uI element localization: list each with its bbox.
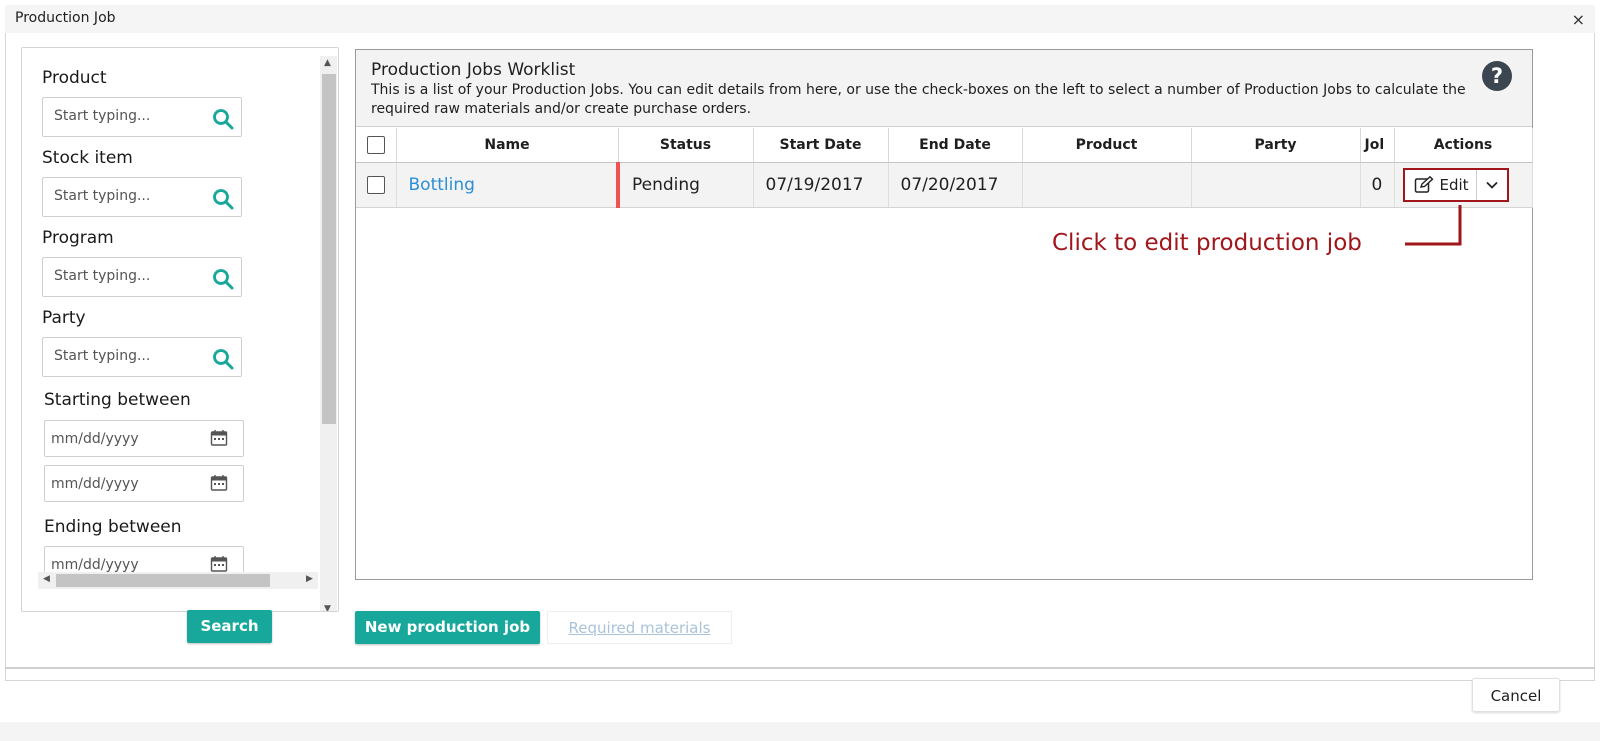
edit-button-label: Edit <box>1439 175 1469 194</box>
starting-from-date[interactable]: mm/dd/yyyy <box>44 420 244 457</box>
worklist-header: Production Jobs Worklist This is a list … <box>356 50 1532 127</box>
job-start-date: 07/19/2017 <box>753 162 889 208</box>
program-input[interactable]: Start typing... <box>42 257 242 297</box>
select-all-checkbox[interactable] <box>366 135 385 154</box>
calendar-icon[interactable] <box>210 555 228 573</box>
new-production-job-button[interactable]: New production job <box>355 611 540 644</box>
filter-horizontal-scrollbar[interactable]: ◀ ▶ <box>38 572 318 589</box>
filter-vertical-scrollbar[interactable]: ▲ ▼ <box>320 56 337 611</box>
column-header-status[interactable]: Status <box>618 128 754 163</box>
actions-dropdown-toggle[interactable] <box>1477 170 1507 200</box>
starting-from-placeholder: mm/dd/yyyy <box>51 431 139 447</box>
job-status: Pending <box>616 162 754 208</box>
table-header-row: Name Status Start Date End Date Product … <box>356 128 1533 163</box>
row-checkbox[interactable] <box>367 175 385 194</box>
worklist-panel: Production Jobs Worklist This is a list … <box>355 49 1533 580</box>
search-icon[interactable] <box>211 107 235 131</box>
close-icon[interactable]: × <box>1572 10 1585 29</box>
table-row: Bottling Pending 07/19/2017 07/20/2017 0… <box>356 162 1533 208</box>
starting-between-label: Starting between <box>44 390 191 410</box>
search-icon[interactable] <box>211 187 235 211</box>
product-label: Product <box>42 68 107 88</box>
callout-text: Click to edit production job <box>1052 230 1362 256</box>
calendar-icon[interactable] <box>210 429 228 447</box>
job-end-date: 07/20/2017 <box>888 162 1023 208</box>
program-placeholder: Start typing... <box>54 268 151 284</box>
product-input[interactable]: Start typing... <box>42 97 242 137</box>
worklist-description: This is a list of your Production Jobs. … <box>371 82 1466 117</box>
ending-between-label: Ending between <box>44 517 182 537</box>
window-title: Production Job <box>15 10 116 26</box>
party-label: Party <box>42 308 86 328</box>
column-header-end-date[interactable]: End Date <box>888 128 1023 163</box>
column-header-start-date[interactable]: Start Date <box>753 128 889 163</box>
edit-split-button: Edit <box>1402 167 1509 202</box>
horizontal-scroll-thumb[interactable] <box>56 574 270 587</box>
filter-scroll-area: Product Start typing... Stock item Start… <box>22 48 306 586</box>
program-label: Program <box>42 228 114 248</box>
scroll-down-icon[interactable]: ▼ <box>324 604 331 611</box>
search-button[interactable]: Search <box>187 610 272 643</box>
row-select-cell <box>356 162 397 208</box>
required-materials-button[interactable]: Required materials <box>547 611 732 644</box>
search-icon[interactable] <box>211 267 235 291</box>
production-jobs-table: Name Status Start Date End Date Product … <box>356 128 1533 208</box>
job-name-link[interactable]: Bottling <box>409 175 475 195</box>
starting-to-placeholder: mm/dd/yyyy <box>51 476 139 492</box>
filter-panel: Product Start typing... Stock item Start… <box>21 47 339 612</box>
starting-to-date[interactable]: mm/dd/yyyy <box>44 465 244 502</box>
column-header-product[interactable]: Product <box>1022 128 1192 163</box>
vertical-scroll-thumb[interactable] <box>322 74 336 424</box>
stock-item-input[interactable]: Start typing... <box>42 177 242 217</box>
party-input[interactable]: Start typing... <box>42 337 242 377</box>
stock-item-label: Stock item <box>42 148 133 168</box>
product-placeholder: Start typing... <box>54 108 151 124</box>
column-header-party[interactable]: Party <box>1191 128 1361 163</box>
scroll-left-icon[interactable]: ◀ <box>43 574 50 584</box>
scroll-right-icon[interactable]: ▶ <box>306 574 313 584</box>
edit-icon <box>1414 175 1434 193</box>
scroll-up-icon[interactable]: ▲ <box>324 58 331 68</box>
party-placeholder: Start typing... <box>54 348 151 364</box>
job-name-cell: Bottling <box>396 162 619 208</box>
column-header-actions: Actions <box>1394 128 1533 163</box>
column-header-jobs[interactable]: Jol <box>1360 128 1395 163</box>
bottom-bar <box>0 722 1600 741</box>
edit-button[interactable]: Edit <box>1405 169 1477 200</box>
job-product <box>1022 162 1192 208</box>
help-icon[interactable]: ? <box>1482 61 1512 91</box>
cancel-button[interactable]: Cancel <box>1472 678 1560 712</box>
calendar-icon[interactable] <box>210 474 228 492</box>
job-count: 0 <box>1360 162 1395 208</box>
worklist-title: Production Jobs Worklist <box>371 60 576 80</box>
column-header-name[interactable]: Name <box>396 128 619 163</box>
footer-divider <box>5 667 1595 669</box>
search-icon[interactable] <box>211 347 235 371</box>
job-party <box>1191 162 1361 208</box>
ending-from-placeholder: mm/dd/yyyy <box>51 557 139 573</box>
callout-connector <box>1405 205 1462 246</box>
stock-item-placeholder: Start typing... <box>54 188 151 204</box>
window-titlebar: Production Job × <box>5 5 1595 33</box>
select-all-header <box>356 128 397 163</box>
chevron-down-icon <box>1485 181 1498 189</box>
